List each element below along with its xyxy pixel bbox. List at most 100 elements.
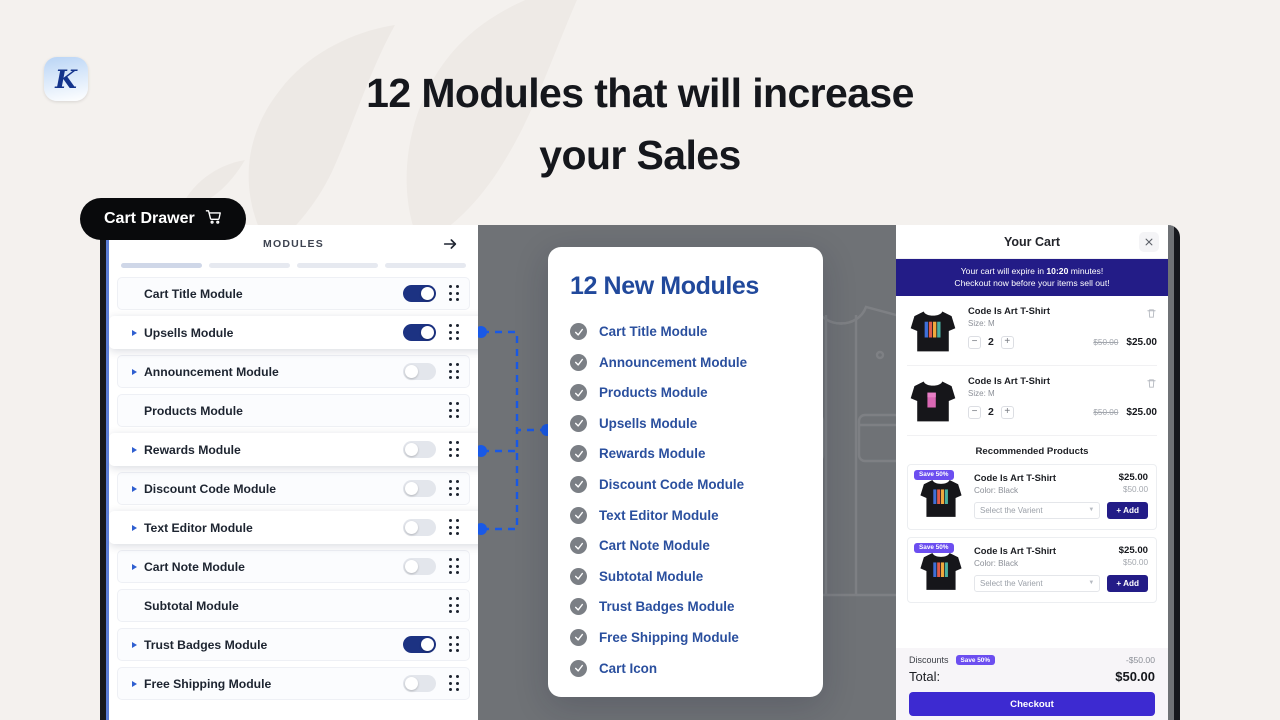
drag-handle-icon[interactable] [448, 441, 461, 458]
add-to-cart-button[interactable]: + Add [1107, 501, 1148, 519]
module-row-discount-code-module[interactable]: Discount Code Module [117, 472, 470, 505]
module-toggle-switch[interactable] [403, 636, 436, 653]
variant-select[interactable]: Select the Varient ▼ [974, 574, 1101, 592]
module-row-text-editor-module[interactable]: Text Editor Module [109, 511, 478, 544]
new-module-list-item: Discount Code Module [570, 475, 801, 493]
module-row-subtotal-module[interactable]: Subtotal Module [117, 589, 470, 622]
trash-icon[interactable] [1146, 376, 1157, 388]
arrow-right-icon[interactable] [442, 236, 458, 252]
module-row-label: Free Shipping Module [144, 676, 272, 691]
expand-caret-icon[interactable] [132, 485, 137, 492]
module-row-cart-note-module[interactable]: Cart Note Module [117, 550, 470, 583]
recommended-product-name: Code Is Art T-Shirt [974, 471, 1056, 483]
expand-caret-icon[interactable] [132, 680, 137, 687]
module-toggle-switch[interactable] [403, 675, 436, 692]
line-item-title: Code Is Art T-Shirt [968, 374, 1050, 386]
total-amount: $50.00 [1115, 669, 1155, 684]
drag-handle-icon[interactable] [448, 675, 461, 692]
module-row-label: Upsells Module [144, 325, 234, 340]
recommended-product-color: Color: Black [974, 558, 1019, 568]
module-toggle-switch[interactable] [403, 285, 436, 302]
module-row-cart-title-module[interactable]: Cart Title Module [117, 277, 470, 310]
variant-select-placeholder: Select the Varient [980, 505, 1043, 515]
module-toggle-switch[interactable] [403, 519, 436, 536]
new-module-list-item: Rewards Module [570, 445, 801, 463]
drag-handle-icon[interactable] [448, 558, 461, 575]
new-modules-item-list: Cart Title Module Announcement Module Prod… [570, 323, 801, 677]
discounts-row: Discounts Save 50% -$50.00 [909, 655, 1155, 665]
drag-handle-icon[interactable] [448, 636, 461, 653]
expand-caret-icon[interactable] [132, 446, 137, 453]
quantity-stepper[interactable]: −2 + [968, 335, 1014, 349]
page-title: 12 Modules that will increase your Sales [0, 62, 1280, 187]
expand-caret-icon[interactable] [132, 329, 137, 336]
variant-select[interactable]: Select the Varient ▼ [974, 501, 1101, 519]
check-circle-icon [570, 323, 587, 340]
check-circle-icon [570, 445, 587, 463]
new-module-list-item: Text Editor Module [570, 506, 801, 524]
cart-drawer-preview: Your Cart Your cart will expire in 10:20… [896, 225, 1168, 720]
line-item-compare-price: $50.00 [1093, 337, 1119, 347]
checkout-button[interactable]: Checkout [909, 692, 1155, 716]
product-thumbnail [907, 374, 959, 427]
module-toggle-switch[interactable] [403, 324, 436, 341]
quantity-stepper[interactable]: −2 + [968, 405, 1014, 419]
recommended-product-color: Color: Black [974, 485, 1019, 495]
progress-segment [209, 263, 290, 268]
drag-handle-icon[interactable] [448, 402, 461, 419]
trash-icon[interactable] [1146, 306, 1157, 318]
module-row-trust-badges-module[interactable]: Trust Badges Module [117, 628, 470, 661]
modules-panel-title: MODULES [263, 238, 324, 250]
module-toggle-switch[interactable] [403, 363, 436, 380]
recommended-products-list: Save 50% Code Is Art T-Shirt $25.00 Color: … [907, 463, 1157, 603]
quantity-increase-button[interactable]: + [1000, 335, 1014, 349]
quantity-decrease-button[interactable]: − [968, 335, 981, 349]
module-row-label: Announcement Module [144, 364, 279, 379]
announcement-timer: 10:20 [1046, 266, 1069, 276]
quantity-increase-button[interactable]: + [1000, 405, 1014, 419]
module-row-free-shipping-module[interactable]: Free Shipping Module [117, 667, 470, 700]
close-icon[interactable] [1139, 232, 1159, 252]
quantity-decrease-button[interactable]: − [968, 405, 981, 419]
recommended-product-compare-price: $50.00 [1122, 557, 1148, 567]
drag-handle-icon[interactable] [448, 324, 461, 341]
cart-footer: Discounts Save 50% -$50.00 Total: $50.00… [896, 648, 1168, 720]
expand-caret-icon[interactable] [132, 368, 137, 375]
expand-caret-icon[interactable] [132, 563, 137, 570]
new-module-item-label: Cart Note Module [599, 538, 710, 554]
cart-drawer-label-text: Cart Drawer [104, 210, 195, 227]
cart-header: Your Cart [896, 225, 1168, 259]
new-module-list-item: Subtotal Module [570, 567, 801, 585]
drag-handle-icon[interactable] [448, 597, 461, 614]
announcement-line-2: Checkout now before your items sell out! [954, 278, 1110, 289]
module-toggle-switch[interactable] [403, 441, 436, 458]
module-row-products-module[interactable]: Products Module [117, 394, 470, 427]
module-row-announcement-module[interactable]: Announcement Module [117, 355, 470, 388]
module-row-label: Products Module [144, 403, 243, 418]
recommended-product-card: Save 50% Code Is Art T-Shirt $25.00 Color: … [907, 536, 1157, 603]
module-row-upsells-module[interactable]: Upsells Module [109, 316, 478, 349]
module-toggle-switch[interactable] [403, 558, 436, 575]
new-module-list-item: Cart Icon [570, 659, 801, 677]
recommended-product-name: Code Is Art T-Shirt [974, 544, 1056, 556]
new-module-list-item: Cart Note Module [570, 537, 801, 555]
drag-handle-icon[interactable] [448, 363, 461, 380]
new-module-item-label: Cart Icon [599, 660, 658, 676]
drag-handle-icon[interactable] [448, 285, 461, 302]
drag-handle-icon[interactable] [448, 519, 461, 536]
module-row-rewards-module[interactable]: Rewards Module [109, 433, 478, 466]
total-row: Total: $50.00 [909, 669, 1155, 684]
check-circle-icon [570, 659, 587, 677]
progress-segment [385, 263, 466, 268]
expand-caret-icon[interactable] [132, 641, 137, 648]
line-item-compare-price: $50.00 [1093, 407, 1119, 417]
drag-handle-icon[interactable] [448, 480, 461, 497]
module-toggle-switch[interactable] [403, 480, 436, 497]
check-circle-icon [570, 628, 587, 646]
cart-line-items: Code Is Art T-Shirt Size: M −2 + $50.00 $25.0… [907, 296, 1157, 436]
expand-caret-icon[interactable] [132, 524, 137, 531]
shopping-cart-icon [205, 208, 222, 230]
quantity-value: 2 [988, 336, 994, 349]
add-to-cart-button[interactable]: + Add [1107, 574, 1148, 592]
new-modules-card-title: 12 New Modules [570, 272, 759, 300]
